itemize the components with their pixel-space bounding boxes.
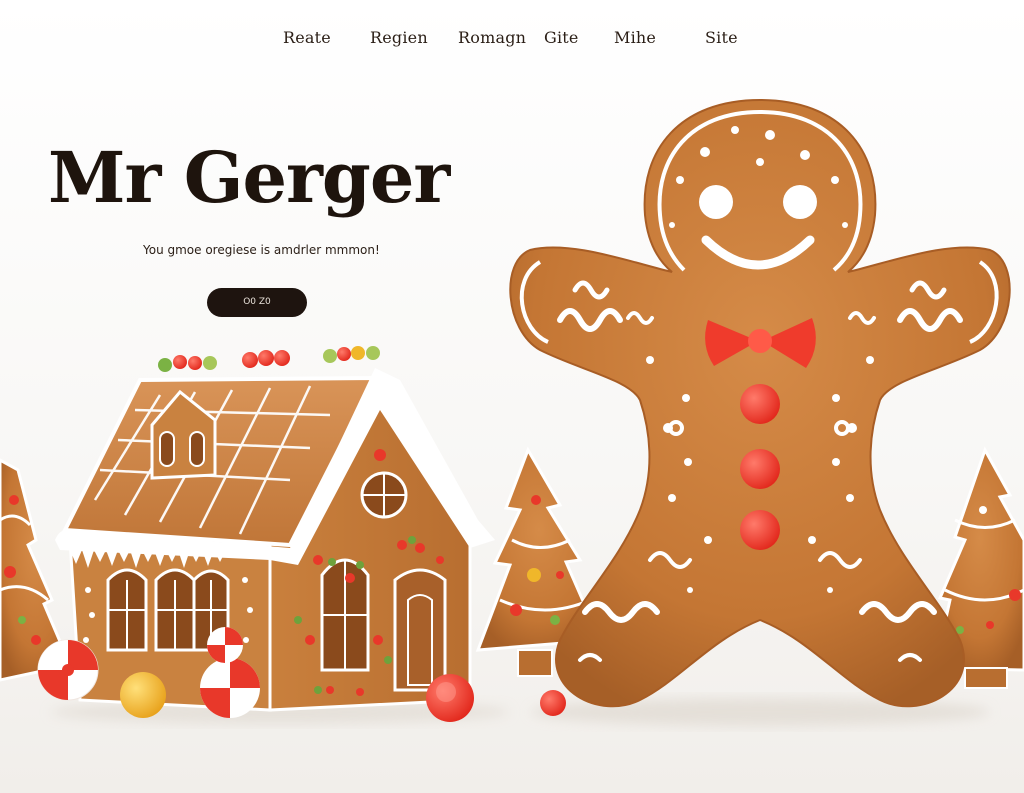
gingerbread-house <box>55 346 495 712</box>
gingerbread-illustration <box>0 98 1024 726</box>
gingerbread-man <box>509 98 1011 708</box>
